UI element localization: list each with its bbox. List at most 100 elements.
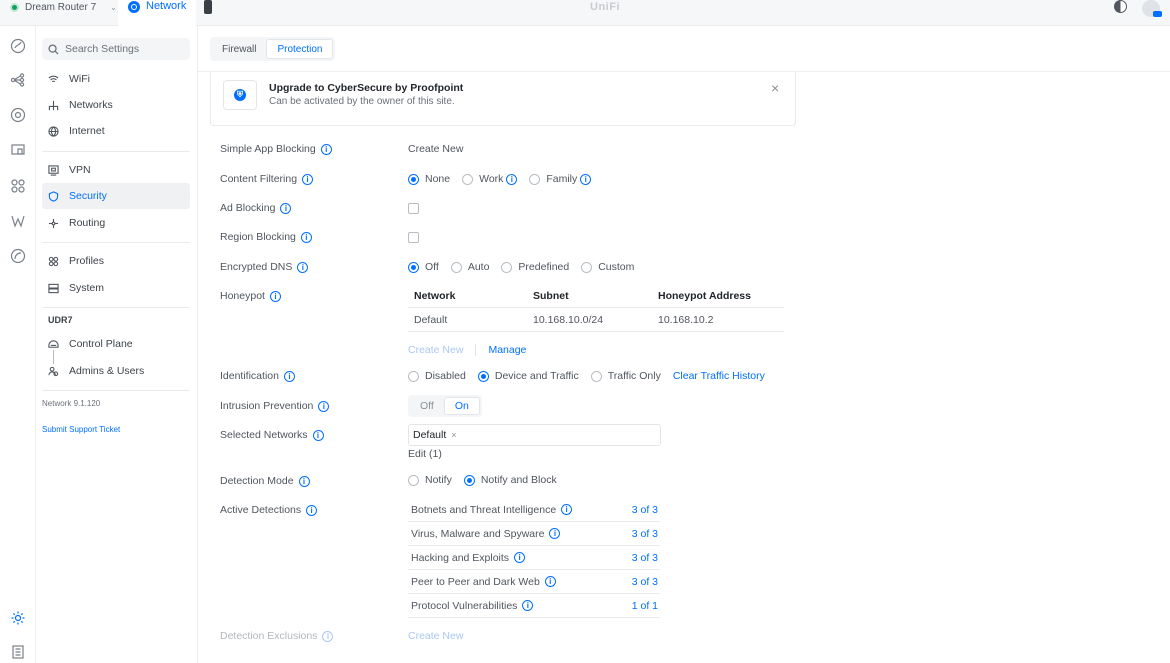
sidebar-item-wifi[interactable]: WiFi <box>42 66 190 92</box>
banner-subtitle: Can be activated by the owner of this si… <box>269 96 455 107</box>
info-icon[interactable]: i <box>283 370 295 382</box>
info-icon[interactable]: i <box>549 528 561 539</box>
radio-family[interactable]: Family i <box>529 173 592 185</box>
info-icon[interactable]: i <box>522 600 534 611</box>
info-icon[interactable]: i <box>320 143 332 155</box>
dashboard-icon[interactable] <box>10 38 26 54</box>
device-icon[interactable] <box>204 0 212 14</box>
info-icon[interactable]: i <box>297 261 309 273</box>
sidebar-item-profiles[interactable]: Profiles <box>42 248 190 274</box>
app-name: Network <box>146 0 187 12</box>
info-icon[interactable]: i <box>312 429 324 441</box>
table-header-row: Network Subnet Honeypot Address <box>408 284 784 308</box>
tab-firewall[interactable]: Firewall <box>212 39 266 59</box>
table-row[interactable]: Default 10.168.10.0/24 10.168.10.2 <box>408 308 784 332</box>
insights-icon[interactable] <box>10 213 26 229</box>
info-icon[interactable]: i <box>306 504 318 516</box>
device-name: Dream Router 7 <box>25 1 97 13</box>
honeypot-table: Network Subnet Honeypot Address Default … <box>408 284 784 332</box>
list-item[interactable]: Protocol Vulnerabilities i 1 of 1 <box>408 594 660 618</box>
device-status-icon <box>10 2 19 12</box>
sidebar-item-vpn[interactable]: VPN <box>42 157 190 183</box>
radio-dns-predefined[interactable]: Predefined <box>501 261 569 273</box>
info-icon[interactable]: i <box>298 475 310 487</box>
selected-networks-input[interactable]: Default × <box>408 424 661 446</box>
info-icon[interactable]: i <box>561 504 573 515</box>
device-selector[interactable]: Dream Router 7 ⌄ <box>10 0 117 14</box>
sidebar-item-networks[interactable]: Networks <box>42 92 190 118</box>
network-chip: Default × <box>413 429 457 441</box>
sidebar-item-control-plane[interactable]: Control Plane <box>42 331 190 357</box>
sidebar-item-security[interactable]: Security <box>42 183 190 209</box>
info-icon[interactable]: i <box>269 290 281 302</box>
tab-protection[interactable]: Protection <box>266 39 334 59</box>
settings-gear-icon[interactable] <box>10 610 26 626</box>
support-ticket-link[interactable]: Submit Support Ticket <box>42 425 120 434</box>
info-icon[interactable]: i <box>302 173 314 185</box>
radio-work[interactable]: Work i <box>462 173 518 185</box>
info-icon[interactable]: i <box>318 400 330 412</box>
avatar-badge-icon <box>1153 11 1162 17</box>
sidebar-item-label: Routing <box>69 217 106 229</box>
info-icon[interactable]: i <box>506 173 518 185</box>
radio-device-and-traffic[interactable]: Device and Traffic <box>477 370 579 382</box>
vpn-icon <box>48 164 59 176</box>
theme-toggle-icon[interactable] <box>1114 0 1127 13</box>
toggle-off[interactable]: Off <box>410 397 444 415</box>
radio-dns-auto[interactable]: Auto <box>450 261 489 273</box>
column-header: Network <box>414 289 456 302</box>
info-icon[interactable]: i <box>322 630 334 642</box>
radio-notify[interactable]: Notify <box>408 474 452 486</box>
create-new-app-block-link[interactable]: Create New <box>408 143 463 155</box>
chevron-down-icon: ⌄ <box>110 2 117 12</box>
list-item[interactable]: Virus, Malware and Spyware i 3 of 3 <box>408 522 660 546</box>
sidebar-item-admins-users[interactable]: Admins & Users <box>42 358 190 384</box>
topology-icon[interactable] <box>10 72 26 88</box>
radio-dns-off[interactable]: Off <box>408 261 439 273</box>
app-tab-network[interactable]: Network <box>118 0 196 26</box>
honeypot-create-new-link[interactable]: Create New <box>408 344 463 356</box>
list-item[interactable]: Hacking and Exploits i 3 of 3 <box>408 546 660 570</box>
avatar[interactable] <box>1142 0 1162 17</box>
devices-icon[interactable] <box>10 107 26 123</box>
detection-count[interactable]: 3 of 3 <box>632 576 658 588</box>
info-icon[interactable]: i <box>514 552 526 563</box>
chip-remove-icon[interactable]: × <box>451 430 456 440</box>
radio-notify-and-block[interactable]: Notify and Block <box>463 474 557 486</box>
detection-count[interactable]: 1 of 1 <box>632 600 658 612</box>
search-input[interactable] <box>65 43 185 55</box>
radio-none[interactable]: None <box>408 173 450 185</box>
honeypot-manage-link[interactable]: Manage <box>488 344 526 356</box>
routing-icon <box>48 218 59 228</box>
info-icon[interactable]: i <box>544 576 556 587</box>
sidebar-item-routing[interactable]: Routing <box>42 210 190 236</box>
radio-traffic-only[interactable]: Traffic Only <box>590 370 661 382</box>
radio-dns-custom[interactable]: Custom <box>581 261 634 273</box>
toggle-on[interactable]: On <box>443 397 480 415</box>
detection-count[interactable]: 3 of 3 <box>632 504 658 516</box>
setting-label: Region Blocking i <box>220 231 312 243</box>
apps-icon[interactable] <box>10 178 26 194</box>
edit-networks-link[interactable]: Edit (1) <box>408 448 442 460</box>
encrypted-dns-options: Off Auto Predefined Custom <box>408 261 646 273</box>
clients-icon[interactable] <box>10 142 26 158</box>
region-blocking-checkbox[interactable] <box>408 232 419 243</box>
info-icon[interactable]: i <box>300 231 312 243</box>
logs-icon[interactable] <box>10 644 26 660</box>
info-icon[interactable]: i <box>280 202 292 214</box>
close-icon[interactable]: × <box>771 80 779 96</box>
create-new-exclusion-link[interactable]: Create New <box>408 630 463 642</box>
ad-blocking-checkbox[interactable] <box>408 203 419 214</box>
sidebar-item-internet[interactable]: Internet <box>42 118 190 144</box>
list-item[interactable]: Botnets and Threat Intelligence i 3 of 3 <box>408 498 660 522</box>
clear-traffic-history-link[interactable]: Clear Traffic History <box>673 370 765 382</box>
detection-count[interactable]: 3 of 3 <box>632 552 658 564</box>
detection-count[interactable]: 3 of 3 <box>632 528 658 540</box>
radio-disabled[interactable]: Disabled <box>408 370 466 382</box>
table-cell: 10.168.10.0/24 <box>533 313 604 326</box>
sidebar-item-system[interactable]: System <box>42 275 190 301</box>
list-item[interactable]: Peer to Peer and Dark Web i 3 of 3 <box>408 570 660 594</box>
setting-label: Simple App Blocking i <box>220 143 332 155</box>
alarms-icon[interactable] <box>10 248 26 264</box>
info-icon[interactable]: i <box>580 173 592 185</box>
